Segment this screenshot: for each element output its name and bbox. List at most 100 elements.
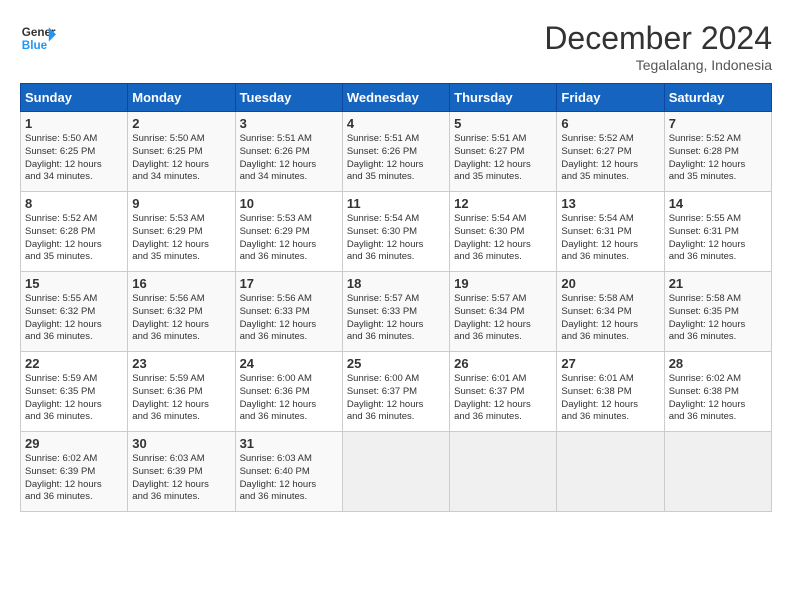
day-info: Sunrise: 5:53 AM Sunset: 6:29 PM Dayligh… [240, 213, 338, 264]
day-number: 8 [25, 196, 123, 211]
day-info: Sunrise: 5:55 AM Sunset: 6:31 PM Dayligh… [669, 213, 767, 264]
day-info: Sunrise: 5:54 AM Sunset: 6:30 PM Dayligh… [347, 213, 445, 264]
day-number: 11 [347, 196, 445, 211]
day-number: 24 [240, 356, 338, 371]
day-number: 3 [240, 116, 338, 131]
calendar-cell: 12Sunrise: 5:54 AM Sunset: 6:30 PM Dayli… [450, 192, 557, 272]
day-number: 2 [132, 116, 230, 131]
day-info: Sunrise: 5:51 AM Sunset: 6:26 PM Dayligh… [347, 133, 445, 184]
day-number: 18 [347, 276, 445, 291]
day-info: Sunrise: 5:57 AM Sunset: 6:33 PM Dayligh… [347, 293, 445, 344]
week-row-2: 8 Sunrise: 5:52 AM Sunset: 6:28 PM Daylig… [21, 192, 772, 272]
day-info: Sunrise: 5:59 AM Sunset: 6:36 PM Dayligh… [132, 373, 230, 424]
calendar-cell: 19 Sunrise: 5:57 AM Sunset: 6:34 PM Dayli… [450, 272, 557, 352]
day-number: 15 [25, 276, 123, 291]
calendar-cell: 11 Sunrise: 5:54 AM Sunset: 6:30 PM Dayli… [342, 192, 449, 272]
day-info: Sunrise: 5:53 AM Sunset: 6:29 PM Dayligh… [132, 213, 230, 264]
calendar-cell: 29 Sunrise: 6:02 AM Sunset: 6:39 PM Dayli… [21, 432, 128, 512]
day-info: Sunrise: 6:03 AM Sunset: 6:40 PM Dayligh… [240, 453, 338, 504]
page-header: General Blue December 2024 Tegalalang, I… [20, 20, 772, 73]
calendar-cell: 17Sunrise: 5:56 AM Sunset: 6:33 PM Dayli… [235, 272, 342, 352]
calendar-cell: 24Sunrise: 6:00 AM Sunset: 6:36 PM Dayli… [235, 352, 342, 432]
col-header-friday: Friday [557, 84, 664, 112]
day-info: Sunrise: 6:03 AM Sunset: 6:39 PM Dayligh… [132, 453, 230, 504]
day-number: 6 [561, 116, 659, 131]
day-info: Sunrise: 5:54 AM Sunset: 6:31 PM Dayligh… [561, 213, 659, 264]
day-info: Sunrise: 5:58 AM Sunset: 6:34 PM Dayligh… [561, 293, 659, 344]
day-info: Sunrise: 5:57 AM Sunset: 6:34 PM Dayligh… [454, 293, 552, 344]
week-row-5: 29 Sunrise: 6:02 AM Sunset: 6:39 PM Dayli… [21, 432, 772, 512]
calendar-cell [664, 432, 771, 512]
week-row-1: 1 Sunrise: 5:50 AM Sunset: 6:25 PM Daylig… [21, 112, 772, 192]
day-number: 9 [132, 196, 230, 211]
day-info: Sunrise: 5:51 AM Sunset: 6:27 PM Dayligh… [454, 133, 552, 184]
svg-text:Blue: Blue [22, 39, 48, 52]
calendar-cell: 30 Sunrise: 6:03 AM Sunset: 6:39 PM Dayli… [128, 432, 235, 512]
calendar-cell [557, 432, 664, 512]
day-info: Sunrise: 5:51 AM Sunset: 6:26 PM Dayligh… [240, 133, 338, 184]
calendar-cell: 22 Sunrise: 5:59 AM Sunset: 6:35 PM Dayli… [21, 352, 128, 432]
calendar-cell: 10 Sunrise: 5:53 AM Sunset: 6:29 PM Dayli… [235, 192, 342, 272]
calendar-cell: 18 Sunrise: 5:57 AM Sunset: 6:33 PM Dayli… [342, 272, 449, 352]
logo: General Blue [20, 20, 56, 56]
day-number: 14 [669, 196, 767, 211]
day-number: 10 [240, 196, 338, 211]
day-number: 31 [240, 436, 338, 451]
col-header-saturday: Saturday [664, 84, 771, 112]
day-number: 1 [25, 116, 123, 131]
day-number: 26 [454, 356, 552, 371]
calendar-cell: 26 Sunrise: 6:01 AM Sunset: 6:37 PM Dayli… [450, 352, 557, 432]
day-info: Sunrise: 6:02 AM Sunset: 6:39 PM Dayligh… [25, 453, 123, 504]
calendar-cell: 20 Sunrise: 5:58 AM Sunset: 6:34 PM Dayli… [557, 272, 664, 352]
day-info: Sunrise: 5:54 AM Sunset: 6:30 PM Dayligh… [454, 213, 552, 264]
calendar-subtitle: Tegalalang, Indonesia [544, 57, 772, 73]
day-info: Sunrise: 5:58 AM Sunset: 6:35 PM Dayligh… [669, 293, 767, 344]
calendar-cell: 8 Sunrise: 5:52 AM Sunset: 6:28 PM Daylig… [21, 192, 128, 272]
calendar-cell: 2 Sunrise: 5:50 AM Sunset: 6:25 PM Daylig… [128, 112, 235, 192]
day-number: 7 [669, 116, 767, 131]
calendar-cell: 1 Sunrise: 5:50 AM Sunset: 6:25 PM Daylig… [21, 112, 128, 192]
calendar-cell: 14 Sunrise: 5:55 AM Sunset: 6:31 PM Dayli… [664, 192, 771, 272]
day-number: 30 [132, 436, 230, 451]
day-info: Sunrise: 6:01 AM Sunset: 6:37 PM Dayligh… [454, 373, 552, 424]
calendar-cell: 5Sunrise: 5:51 AM Sunset: 6:27 PM Daylig… [450, 112, 557, 192]
day-number: 27 [561, 356, 659, 371]
day-number: 13 [561, 196, 659, 211]
day-info: Sunrise: 5:52 AM Sunset: 6:28 PM Dayligh… [669, 133, 767, 184]
day-info: Sunrise: 5:50 AM Sunset: 6:25 PM Dayligh… [25, 133, 123, 184]
day-number: 20 [561, 276, 659, 291]
day-info: Sunrise: 5:50 AM Sunset: 6:25 PM Dayligh… [132, 133, 230, 184]
day-info: Sunrise: 5:59 AM Sunset: 6:35 PM Dayligh… [25, 373, 123, 424]
day-number: 4 [347, 116, 445, 131]
calendar-cell: 9 Sunrise: 5:53 AM Sunset: 6:29 PM Daylig… [128, 192, 235, 272]
calendar-cell [342, 432, 449, 512]
day-info: Sunrise: 5:52 AM Sunset: 6:28 PM Dayligh… [25, 213, 123, 264]
calendar-cell: 16Sunrise: 5:56 AM Sunset: 6:32 PM Dayli… [128, 272, 235, 352]
calendar-cell: 4 Sunrise: 5:51 AM Sunset: 6:26 PM Daylig… [342, 112, 449, 192]
week-row-3: 15Sunrise: 5:55 AM Sunset: 6:32 PM Dayli… [21, 272, 772, 352]
day-number: 22 [25, 356, 123, 371]
day-info: Sunrise: 5:56 AM Sunset: 6:33 PM Dayligh… [240, 293, 338, 344]
day-number: 21 [669, 276, 767, 291]
calendar-cell: 28Sunrise: 6:02 AM Sunset: 6:38 PM Dayli… [664, 352, 771, 432]
calendar-table: SundayMondayTuesdayWednesdayThursdayFrid… [20, 83, 772, 512]
calendar-cell [450, 432, 557, 512]
calendar-cell: 27 Sunrise: 6:01 AM Sunset: 6:38 PM Dayli… [557, 352, 664, 432]
day-number: 19 [454, 276, 552, 291]
day-info: Sunrise: 6:00 AM Sunset: 6:37 PM Dayligh… [347, 373, 445, 424]
calendar-title: December 2024 [544, 20, 772, 57]
week-row-4: 22 Sunrise: 5:59 AM Sunset: 6:35 PM Dayli… [21, 352, 772, 432]
day-number: 29 [25, 436, 123, 451]
calendar-cell: 7 Sunrise: 5:52 AM Sunset: 6:28 PM Daylig… [664, 112, 771, 192]
day-number: 16 [132, 276, 230, 291]
calendar-cell: 21 Sunrise: 5:58 AM Sunset: 6:35 PM Dayli… [664, 272, 771, 352]
col-header-wednesday: Wednesday [342, 84, 449, 112]
day-number: 28 [669, 356, 767, 371]
title-block: December 2024 Tegalalang, Indonesia [544, 20, 772, 73]
day-number: 25 [347, 356, 445, 371]
calendar-cell: 6Sunrise: 5:52 AM Sunset: 6:27 PM Daylig… [557, 112, 664, 192]
col-header-sunday: Sunday [21, 84, 128, 112]
calendar-cell: 13 Sunrise: 5:54 AM Sunset: 6:31 PM Dayli… [557, 192, 664, 272]
day-info: Sunrise: 6:01 AM Sunset: 6:38 PM Dayligh… [561, 373, 659, 424]
calendar-cell: 3 Sunrise: 5:51 AM Sunset: 6:26 PM Daylig… [235, 112, 342, 192]
